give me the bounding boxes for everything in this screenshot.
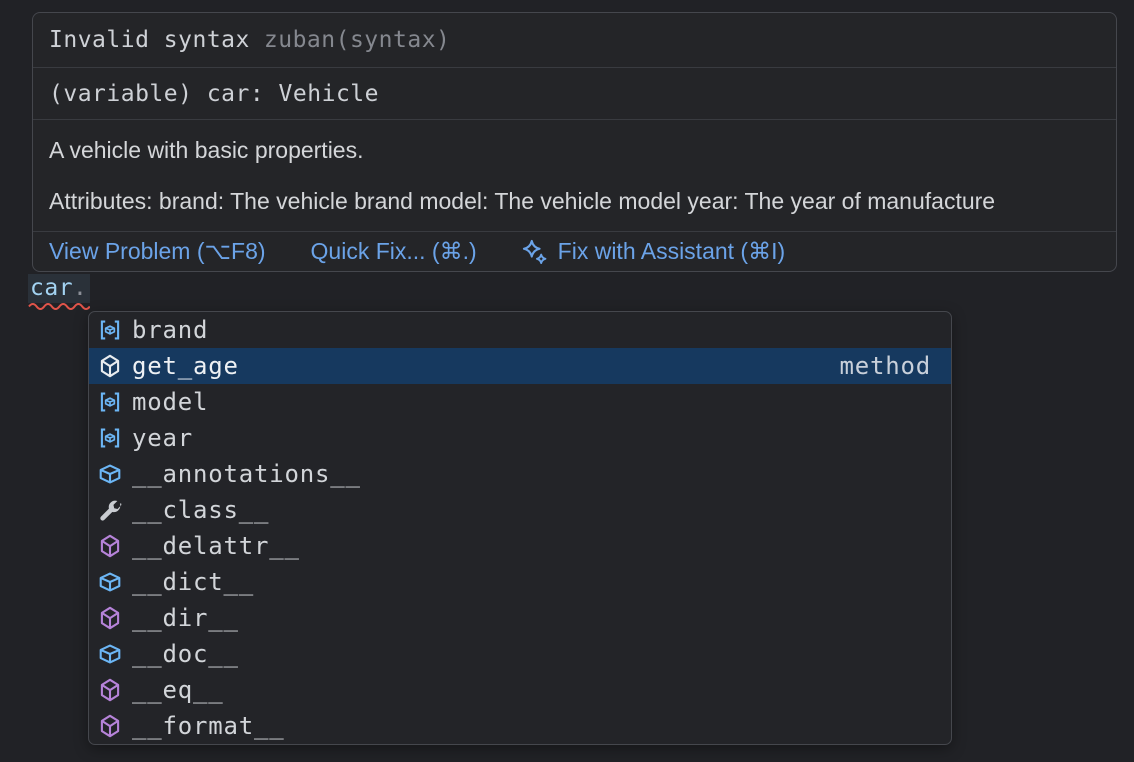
completion-item[interactable]: __delattr__: [89, 528, 951, 564]
completion-label: __doc__: [132, 636, 239, 672]
method-icon: [97, 678, 123, 702]
code-line[interactable]: car.: [28, 274, 90, 303]
completion-item[interactable]: __dir__: [89, 600, 951, 636]
completion-label: brand: [132, 312, 208, 348]
fix-with-assistant-label: Fix with Assistant (⌘I): [558, 238, 785, 265]
completion-item[interactable]: __annotations__: [89, 456, 951, 492]
doc-summary: A vehicle with basic properties.: [49, 135, 1100, 165]
completion-item[interactable]: __eq__: [89, 672, 951, 708]
completion-item[interactable]: __format__: [89, 708, 951, 744]
view-problem-label: View Problem (⌥F8): [49, 238, 266, 265]
code-dot: .: [73, 275, 87, 301]
docstring-section: A vehicle with basic properties. Attribu…: [33, 120, 1116, 232]
completion-dropdown: brandget_age method modelyear__annotations…: [88, 311, 952, 745]
completion-label: __delattr__: [132, 528, 300, 564]
diagnostic-row: Invalid syntax zuban(syntax): [33, 13, 1116, 68]
code-variable: car: [30, 275, 73, 301]
completion-label: model: [132, 384, 208, 420]
variable-icon: [97, 462, 123, 486]
hover-actions-row: View Problem (⌥F8) Quick Fix... (⌘.) Fix…: [33, 232, 1116, 271]
signature-row: (variable) car: Vehicle: [33, 68, 1116, 120]
error-squiggle: [28, 301, 90, 310]
field-icon: [97, 390, 123, 414]
completion-item[interactable]: __dict__: [89, 564, 951, 600]
sparkle-icon: [522, 239, 548, 265]
method-icon: [97, 714, 123, 738]
variable-icon: [97, 642, 123, 666]
completion-item[interactable]: brand: [89, 312, 951, 348]
field-icon: [97, 426, 123, 450]
diagnostic-source: zuban(syntax): [264, 27, 451, 53]
completion-item[interactable]: __class__: [89, 492, 951, 528]
symbol-signature: (variable) car: Vehicle: [49, 81, 379, 107]
completion-label: __eq__: [132, 672, 224, 708]
variable-icon: [97, 570, 123, 594]
wrench-icon: [97, 498, 123, 522]
completion-kind-detail: method: [840, 352, 932, 380]
doc-attributes: Attributes: brand: The vehicle brand mod…: [49, 186, 1100, 216]
view-problem-link[interactable]: View Problem (⌥F8): [49, 238, 266, 265]
completion-label: __dir__: [132, 600, 239, 636]
completion-item[interactable]: year: [89, 420, 951, 456]
completion-label: __class__: [132, 492, 269, 528]
field-icon: [97, 318, 123, 342]
quick-fix-label: Quick Fix... (⌘.): [311, 238, 477, 265]
completion-label: get_age: [132, 348, 239, 384]
method-icon: [97, 534, 123, 558]
diagnostic-message: Invalid syntax: [49, 27, 250, 53]
method-icon: [97, 354, 123, 378]
quick-fix-link[interactable]: Quick Fix... (⌘.): [311, 238, 477, 265]
completion-label: __format__: [132, 708, 285, 744]
completion-label: year: [132, 420, 193, 456]
completion-item[interactable]: model: [89, 384, 951, 420]
completion-label: __dict__: [132, 564, 254, 600]
fix-with-assistant-link[interactable]: Fix with Assistant (⌘I): [522, 238, 785, 265]
method-icon: [97, 606, 123, 630]
completion-item[interactable]: get_age method: [89, 348, 951, 384]
hover-panel: Invalid syntax zuban(syntax) (variable) …: [32, 12, 1117, 272]
completion-item[interactable]: __doc__: [89, 636, 951, 672]
completion-label: __annotations__: [132, 456, 361, 492]
